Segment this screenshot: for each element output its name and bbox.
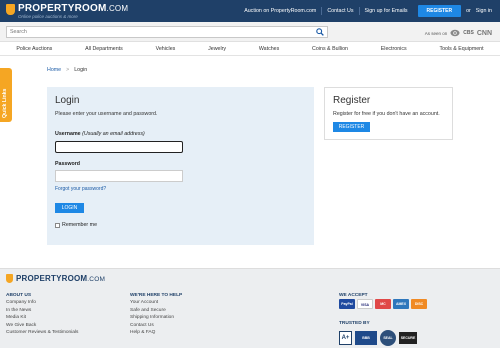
logo-suffix: .COM: [106, 4, 129, 13]
search-icon[interactable]: [316, 28, 324, 36]
footer-link[interactable]: Shipping Information: [130, 314, 182, 321]
breadcrumb-separator: >: [66, 67, 70, 73]
trust-badges: A+ BBB SEAL SECURE: [339, 330, 417, 346]
breadcrumb-home[interactable]: Home: [47, 67, 61, 73]
footer: PROPERTYROOM.COM ABOUT US Company Info I…: [0, 268, 500, 348]
auction-link[interactable]: Auction on PropertyRoom.com: [239, 7, 323, 15]
register-subtitle: Register for free if you don't have an a…: [333, 111, 440, 117]
register-panel: Register Register for free if you don't …: [324, 87, 453, 140]
password-input[interactable]: [55, 170, 183, 182]
logo-text: PROPERTYROOM: [18, 3, 107, 14]
footer-link[interactable]: Safe and Secure: [130, 307, 182, 314]
password-label: Password: [55, 161, 81, 167]
as-seen-on-label: As seen on: [424, 30, 448, 36]
footer-link[interactable]: Help & FAQ: [130, 329, 182, 336]
search-input[interactable]: Search: [6, 26, 328, 38]
amex-icon: AMEX: [393, 299, 409, 309]
footer-logo-badge-icon: [6, 274, 13, 283]
register-button[interactable]: REGISTER: [333, 122, 370, 132]
bbb-badge-icon[interactable]: BBB: [355, 331, 377, 345]
login-button[interactable]: LOGIN: [55, 203, 84, 213]
footer-logo-suffix: .COM: [87, 275, 106, 283]
footer-help-column: WE'RE HERE TO HELP Your Account Safe and…: [130, 292, 182, 336]
footer-logo-text: PROPERTYROOM: [16, 273, 88, 283]
search-placeholder: Search: [10, 29, 27, 35]
footer-about-heading: ABOUT US: [6, 293, 32, 298]
contact-link[interactable]: Contact Us: [322, 7, 360, 15]
nav-police-auctions[interactable]: Police Auctions: [16, 46, 52, 52]
logo-badge-icon: [6, 4, 15, 15]
register-title: Register: [333, 95, 371, 106]
remember-me[interactable]: Remember me: [55, 222, 97, 228]
footer-about-column: ABOUT US Company Info In the News Media …: [6, 292, 78, 336]
footer-link[interactable]: We Give Back: [6, 322, 78, 329]
quick-links-tab[interactable]: Quick Links: [0, 68, 12, 122]
nav-electronics[interactable]: Electronics: [381, 46, 407, 52]
nav-watches[interactable]: Watches: [259, 46, 279, 52]
top-links: Auction on PropertyRoom.com Contact Us S…: [239, 0, 500, 22]
search-bar: Search As seen on CBS CNN: [0, 22, 500, 42]
nav-all-departments[interactable]: All Departments: [85, 46, 123, 52]
nav-jewelry[interactable]: Jewelry: [208, 46, 226, 52]
payment-cards: PayPal VISA MC AMEX DISC: [339, 299, 427, 309]
secure-badge-icon[interactable]: SECURE: [399, 332, 417, 344]
username-input[interactable]: [55, 141, 183, 153]
footer-link[interactable]: Your Account: [130, 299, 182, 306]
email-signup-link[interactable]: Sign up for Emails: [360, 7, 413, 15]
footer-link[interactable]: In the News: [6, 307, 78, 314]
seal-badge-icon[interactable]: SEAL: [380, 330, 396, 346]
login-title: Login: [55, 95, 80, 106]
login-subtitle: Please enter your username and password.: [55, 111, 158, 117]
visa-icon: VISA: [357, 299, 373, 309]
mastercard-icon: MC: [375, 299, 391, 309]
nav-coins-bullion[interactable]: Coins & Bullion: [312, 46, 348, 52]
breadcrumb-current: Login: [74, 67, 88, 73]
media-cnn: CNN: [476, 29, 492, 37]
username-label: Username (Usually an email address): [55, 131, 145, 137]
rating-badge-icon[interactable]: A+: [339, 331, 352, 345]
breadcrumb: Home > Login: [47, 67, 87, 73]
main-nav: Police Auctions All Departments Vehicles…: [0, 43, 500, 56]
discover-icon: DISC: [411, 299, 427, 309]
login-panel: Login Please enter your username and pas…: [47, 87, 314, 245]
tagline: Online police auctions & more: [18, 14, 78, 19]
footer-logo[interactable]: PROPERTYROOM.COM: [6, 273, 105, 283]
media-cbs: CBS: [463, 30, 474, 36]
remember-me-label: Remember me: [62, 222, 98, 228]
signin-link[interactable]: Sign in: [471, 7, 497, 15]
paypal-icon: PayPal: [339, 299, 355, 309]
footer-link[interactable]: Company Info: [6, 299, 78, 306]
footer-link[interactable]: Media Kit: [6, 314, 78, 321]
register-button-top[interactable]: REGISTER: [417, 5, 462, 17]
footer-trusted-heading: TRUSTED BY: [339, 321, 370, 326]
username-hint: (Usually an email address): [82, 131, 145, 137]
top-bar: PROPERTYROOM.COM Online police auctions …: [0, 0, 500, 22]
as-seen-on: As seen on CBS CNN: [425, 29, 492, 37]
footer-link[interactable]: Contact Us: [130, 322, 182, 329]
forgot-password-link[interactable]: Forgot your password?: [55, 186, 106, 192]
nav-vehicles[interactable]: Vehicles: [156, 46, 176, 52]
cbs-eye-icon: [450, 29, 460, 37]
footer-help-heading: WE'RE HERE TO HELP: [130, 293, 183, 298]
remember-me-checkbox[interactable]: [55, 222, 60, 228]
username-label-text: Username: [55, 131, 81, 137]
footer-link[interactable]: Customer Reviews & Testimonials: [6, 329, 78, 336]
footer-trusted-column: TRUSTED BY: [339, 320, 370, 327]
nav-tools-equipment[interactable]: Tools & Equipment: [439, 46, 483, 52]
quick-links-label: Quick Links: [2, 88, 8, 118]
